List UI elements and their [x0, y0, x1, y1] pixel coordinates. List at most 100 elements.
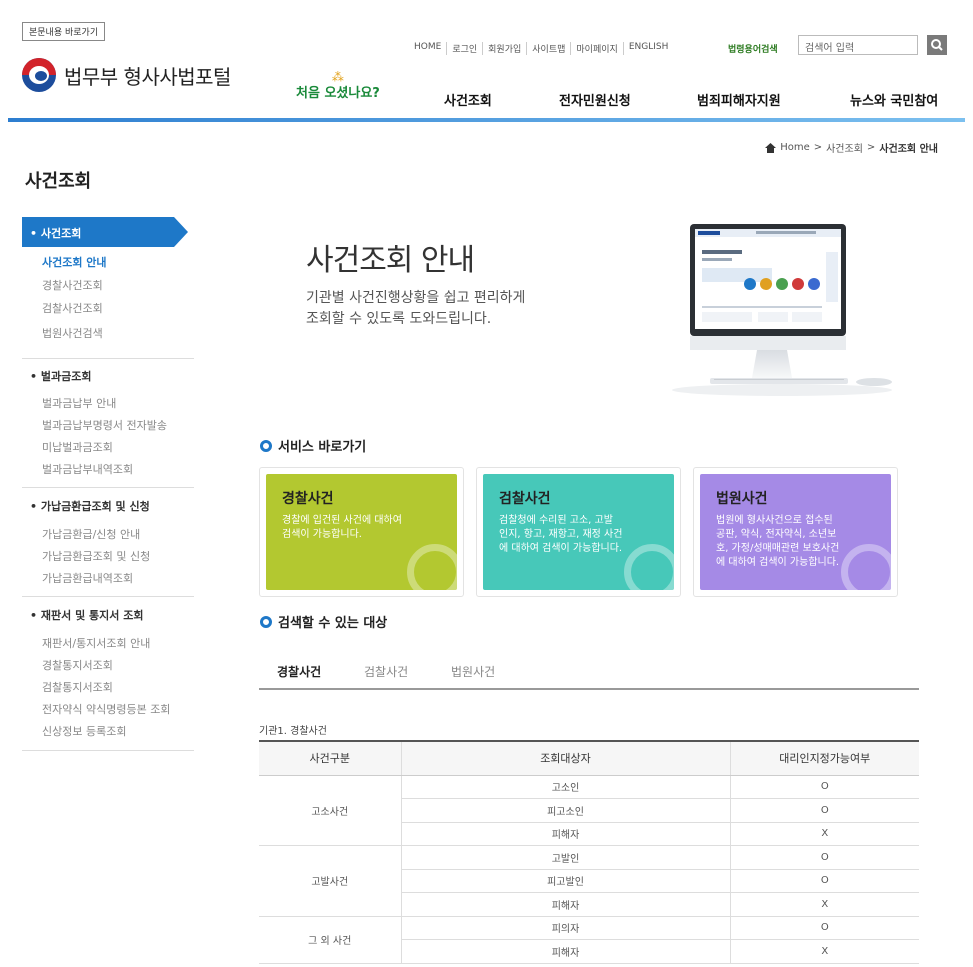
service-card-desc-line: 법원에 형사사건으로 접수된	[716, 515, 833, 526]
header-divider	[8, 118, 965, 122]
sidebar-group-refund[interactable]: • 가납금환급조회 및 신청	[30, 498, 150, 514]
util-mypage-link[interactable]: 마이페이지	[570, 42, 622, 55]
gnb-case-search[interactable]: 사건조회	[444, 90, 492, 109]
skip-to-content-link[interactable]: 본문내용 바로가기	[22, 22, 106, 41]
sidebar-item-judgment-guide[interactable]: 재판서/통지서조회 안내	[42, 635, 150, 651]
util-english-link[interactable]: ENGLISH	[622, 42, 674, 55]
targets-table: 사건구분 조회대상자 대리인지정가능여부 고소사건 고소인 O 피고소인 O 피…	[259, 740, 919, 964]
page-description: 기관별 사건진행상황을 쉽고 편리하게 조회할 수 있도록 도와드립니다.	[306, 288, 525, 330]
gnb-e-petition[interactable]: 전자민원신청	[559, 90, 631, 109]
service-card-prosecution[interactable]: 검찰사건 검찰청에 수리된 고소, 고발 인지, 항고, 재항고, 재정 사건 …	[476, 467, 681, 597]
first-visit-label: 처음 오셨나요?	[296, 86, 380, 101]
th-target: 조회대상자	[401, 740, 731, 776]
table-row: 고발사건 고발인 O	[259, 845, 919, 917]
sidebar-item-summary-order[interactable]: 전자약식 약식명령등본 조회	[42, 701, 170, 717]
services-title: 서비스 바로가기	[260, 436, 366, 455]
law-term-search-link[interactable]: 법령용어검색	[728, 42, 778, 55]
sidebar-group-label: 사건조회	[40, 227, 82, 240]
tab-underline	[259, 688, 919, 690]
breadcrumb-level1[interactable]: 사건조회	[826, 140, 863, 155]
sidebar-item-refund-guide[interactable]: 가납금환급/신청 안내	[42, 526, 140, 542]
service-card-desc-line: 경찰에 입건된 사건에 대하여	[282, 515, 402, 526]
sidebar-item-fine-guide[interactable]: 벌과금납부 안내	[42, 395, 116, 411]
breadcrumb-current: 사건조회 안내	[879, 144, 938, 155]
table-header-row: 사건구분 조회대상자 대리인지정가능여부	[259, 740, 919, 776]
table-cell-target: 피고소인	[401, 798, 731, 823]
sidebar-group-judgment[interactable]: • 재판서 및 통지서 조회	[30, 607, 143, 623]
sidebar-item-police-notice[interactable]: 경찰통지서조회	[42, 657, 113, 673]
page-description-line: 기관별 사건진행상황을 쉽고 편리하게	[306, 290, 526, 306]
search-button[interactable]	[927, 35, 947, 55]
table-cell-proxy: X	[730, 939, 919, 964]
util-home-link[interactable]: HOME	[414, 42, 446, 55]
targets-title-label: 검색할 수 있는 대상	[278, 616, 388, 631]
table-cell-target: 피해자	[401, 892, 731, 917]
table-cell-target: 피해자	[401, 822, 731, 846]
site-logo[interactable]: 법무부 형사사법포털	[22, 58, 231, 92]
sidebar-item-police-case[interactable]: 경찰사건조회	[42, 277, 103, 293]
table-cell-category: 그 외 사건	[259, 916, 402, 964]
utility-links: HOME 로그인 회원가입 사이트맵 마이페이지 ENGLISH	[414, 42, 673, 55]
sidebar-group-label: 가납금환급조회 및 신청	[40, 500, 150, 513]
tab-police-case[interactable]: 경찰사건	[277, 663, 321, 680]
sidebar-divider	[22, 487, 194, 488]
table-cell-target: 고발인	[401, 845, 731, 870]
sidebar-item-fine-e-order[interactable]: 벌과금납부명령서 전자발송	[42, 417, 167, 433]
breadcrumb: Home > 사건조회 > 사건조회 안내	[765, 140, 938, 155]
first-visit-link[interactable]: ⁂ 처음 오셨나요?	[296, 70, 380, 101]
service-card-police[interactable]: 경찰사건 경찰에 입건된 사건에 대하여 검색이 가능합니다.	[259, 467, 464, 597]
service-card-desc: 경찰에 입건된 사건에 대하여 검색이 가능합니다.	[282, 514, 441, 542]
service-card-court[interactable]: 법원사건 법원에 형사사건으로 접수된 공판, 약식, 전자약식, 소년보 호,…	[693, 467, 898, 597]
logo-text: 법무부 형사사법포털	[64, 64, 231, 89]
sidebar-item-court-case[interactable]: 법원사건검색	[42, 325, 103, 341]
th-proxy: 대리인지정가능여부	[730, 740, 919, 776]
sidebar-item-prosecution-case[interactable]: 검찰사건조회	[42, 300, 103, 316]
th-category: 사건구분	[259, 740, 402, 776]
service-card-desc-line: 인지, 항고, 재항고, 재정 사건	[499, 529, 623, 540]
table-cell-category: 고소사건	[259, 775, 402, 846]
sidebar-item-prosecution-notice[interactable]: 검찰통지서조회	[42, 679, 113, 695]
table-row: 그 외 사건 피의자 O	[259, 916, 919, 964]
gnb-victim-support[interactable]: 범죄피해자지원	[697, 90, 781, 109]
util-login-link[interactable]: 로그인	[446, 42, 482, 55]
sidebar-group-fine[interactable]: • 벌과금조회	[30, 368, 91, 384]
table-cell-proxy: X	[730, 822, 919, 846]
sidebar-divider	[22, 750, 194, 751]
table-cell-proxy: O	[730, 916, 919, 940]
service-card-title: 검찰사건	[499, 491, 551, 507]
table-cell-category: 고발사건	[259, 845, 402, 917]
page-title: 사건조회 안내	[306, 243, 475, 278]
table-cell-proxy: O	[730, 845, 919, 870]
logo-emblem-icon	[22, 58, 56, 92]
sidebar-item-fine-history[interactable]: 벌과금납부내역조회	[42, 461, 133, 477]
service-card-title: 법원사건	[716, 491, 768, 507]
table-cell-target: 피의자	[401, 916, 731, 940]
sidebar-item-personal-info[interactable]: 신상정보 등록조회	[42, 723, 126, 739]
util-sitemap-link[interactable]: 사이트맵	[526, 42, 570, 55]
sparkle-icon: ⁂	[331, 70, 344, 84]
sidebar-item-refund-history[interactable]: 가납금환급내역조회	[42, 570, 133, 586]
sidebar-divider	[22, 596, 194, 597]
ring-bullet-icon	[260, 439, 272, 452]
monitor-illustration	[672, 224, 892, 396]
sidebar-item-case-guide[interactable]: 사건조회 안내	[42, 254, 107, 270]
sidebar-title: 사건조회	[25, 171, 92, 192]
search-input[interactable]: 검색어 입력	[798, 35, 918, 55]
sidebar-divider	[22, 358, 194, 359]
sidebar-item-unpaid-fine[interactable]: 미납벌과금조회	[42, 439, 113, 455]
sidebar-group-label: 벌과금조회	[40, 370, 92, 383]
tab-prosecution-case[interactable]: 검찰사건	[364, 663, 408, 680]
search-icon	[931, 39, 943, 51]
table-cell-proxy: X	[730, 892, 919, 917]
sidebar-group-case-search[interactable]: • 사건조회	[22, 217, 188, 247]
util-signup-link[interactable]: 회원가입	[482, 42, 526, 55]
services-title-label: 서비스 바로가기	[278, 440, 367, 455]
breadcrumb-home[interactable]: Home	[780, 142, 810, 153]
sidebar-group-label: 재판서 및 통지서 조회	[40, 609, 144, 622]
home-icon	[765, 142, 777, 153]
gnb-news-participation[interactable]: 뉴스와 국민참여	[850, 90, 938, 109]
tab-court-case[interactable]: 법원사건	[451, 663, 495, 680]
service-card-desc-line: 검색이 가능합니다.	[282, 529, 362, 540]
ring-bullet-icon	[260, 615, 272, 628]
sidebar-item-refund-apply[interactable]: 가납금환급조회 및 신청	[42, 548, 150, 564]
